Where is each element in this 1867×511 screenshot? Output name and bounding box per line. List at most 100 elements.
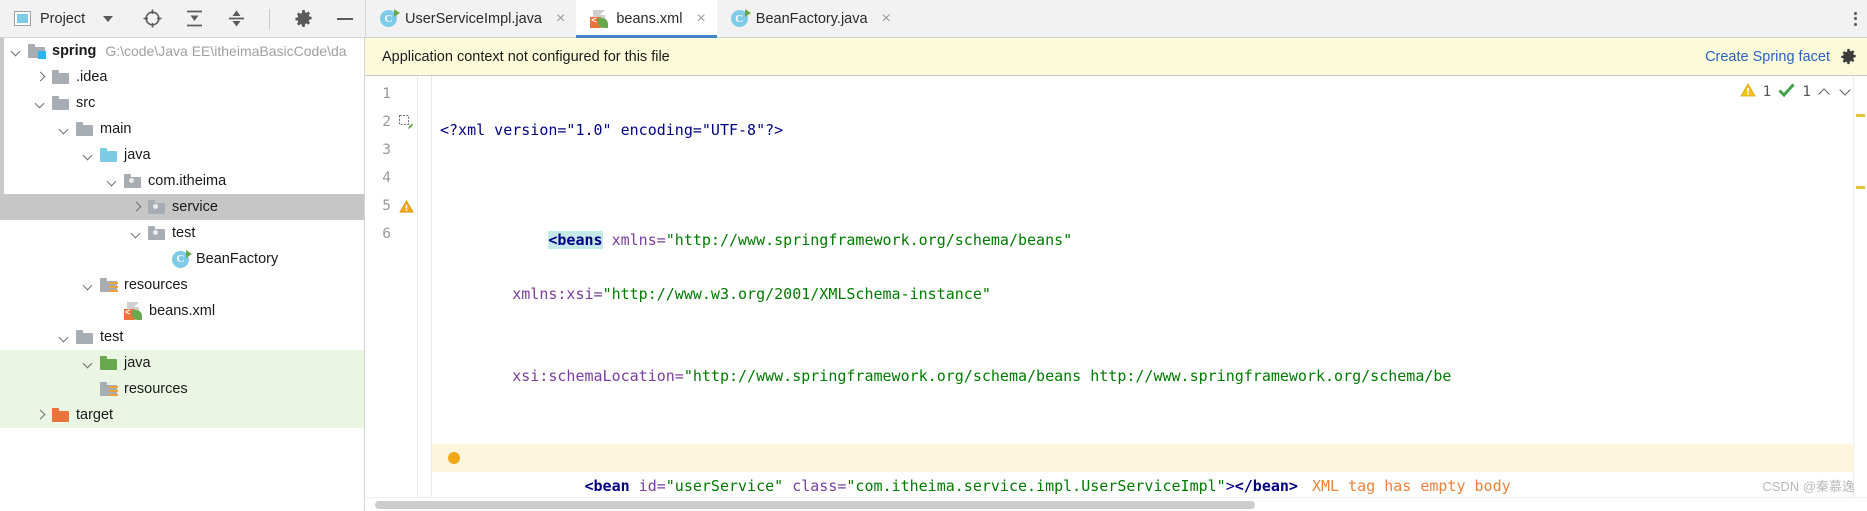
gutter-line: 3 [365,136,432,164]
project-label: Project [40,10,86,27]
tree-node-label: BeanFactory [196,251,279,267]
tree-node-service[interactable]: service [0,194,364,220]
tree-node-resources[interactable]: resources [0,272,364,298]
scrollbar-thumb[interactable] [375,501,1255,509]
tree-node-target[interactable]: target [0,402,364,428]
tree-node-beanfactory[interactable]: C BeanFactory [0,246,364,272]
tree-node-label: com.itheima [148,173,227,189]
chevron-down-icon[interactable] [82,149,95,162]
project-tool-button[interactable]: Project [14,11,85,27]
chevron-down-icon[interactable] [130,227,143,240]
chevron-down-icon[interactable] [82,279,95,292]
stripe-marker[interactable] [1856,114,1865,117]
tree-node-label: test [100,329,124,345]
bean-class-value: "com.itheima.service.impl.UserServiceImp… [846,477,1226,495]
minimize-icon[interactable] [334,8,356,30]
gutter-line: 5 [365,192,432,220]
expand-all-icon[interactable] [183,8,205,30]
close-icon[interactable]: × [550,10,565,27]
tree-node-label: test [172,225,196,241]
close-icon[interactable]: × [690,10,705,27]
beans-open-tag: <beans [548,231,603,249]
tree-node-beans-xml[interactable]: beans.xml [0,298,364,324]
inspection-widget[interactable]: 1 1 [1739,82,1853,102]
stripe-marker[interactable] [1856,186,1865,189]
tree-node-label: .idea [76,69,108,85]
more-options-icon[interactable] [1854,11,1857,26]
gutter-line: 6 [365,220,432,248]
package-icon [148,226,165,240]
warning-count: 1 [1762,84,1772,100]
project-tree[interactable]: spring G:\code\Java EE\itheimaBasicCode\… [0,38,365,511]
source-folder-icon [100,148,117,162]
bean-close-tag: </bean> [1234,477,1298,495]
xmlns-attr: xmlns= [602,231,666,249]
error-stripe-marker-bar[interactable] [1853,76,1867,511]
tab-label: UserServiceImpl.java [405,10,542,27]
code-line-1: <?xml version="1.0" encoding="UTF-8"?> [432,116,1867,144]
code-area[interactable]: 1 2 3 4 5 6 <?xml version="1.0" encoding… [365,76,1867,511]
tree-node-src[interactable]: src [0,90,364,116]
intention-bulb-icon[interactable] [448,452,460,464]
tree-node-label: resources [124,381,188,397]
tree-item-list: .idea src main java com.itheima service test C B… [0,64,364,428]
chevron-right-icon[interactable] [34,409,47,422]
tree-node--idea[interactable]: .idea [0,64,364,90]
editor-tab-beanfactory[interactable]: C BeanFactory.java × [716,0,902,37]
tree-node-test[interactable]: test [0,220,364,246]
tree-node-label: src [76,95,96,111]
chevron-down-icon[interactable] [1839,85,1853,99]
chevron-up-icon[interactable] [1818,85,1832,99]
inline-inspection-hint: XML tag has empty body [1311,477,1511,495]
chevron-down-icon[interactable] [106,175,119,188]
gutter-line: 2 [365,108,432,136]
editor-tab-userserviceimpl[interactable]: C UserServiceImpl.java × [366,0,577,37]
gear-icon[interactable] [292,8,314,30]
editor-horizontal-scrollbar[interactable] [365,497,1867,511]
locate-target-icon[interactable] [141,8,163,30]
tree-node-com-itheima[interactable]: com.itheima [0,168,364,194]
chevron-down-icon[interactable] [58,331,71,344]
warning-triangle-icon[interactable] [395,199,417,214]
tree-node-java[interactable]: java [0,350,364,376]
tree-node-spring[interactable]: spring G:\code\Java EE\itheimaBasicCode\… [0,38,364,64]
folder-icon [76,330,93,344]
tree-node-test[interactable]: test [0,324,364,350]
tree-horizontal-scrollbar[interactable] [0,497,364,511]
project-path: G:\code\Java EE\itheimaBasicCode\da [105,43,347,59]
line-number-gutter[interactable]: 1 2 3 4 5 6 [365,76,432,511]
create-spring-facet-link[interactable]: Create Spring facet [1705,49,1830,65]
line-number: 2 [382,114,391,130]
folder-icon [52,96,69,110]
chevron-right-icon[interactable] [34,71,47,84]
chevron-down-icon[interactable] [82,357,95,370]
chevron-down-icon[interactable] [58,123,71,136]
close-icon[interactable]: × [876,10,891,27]
resource-folder-icon [100,278,118,292]
tree-scrollbar[interactable] [0,38,4,198]
code-text[interactable]: <?xml version="1.0" encoding="UTF-8"?> <… [432,76,1867,511]
chevron-down-icon[interactable] [10,45,23,58]
java-class-icon: C [172,249,192,268]
chevron-right-icon[interactable] [130,201,143,214]
gear-icon[interactable] [1840,48,1857,65]
tree-node-resources[interactable]: resources [0,376,364,402]
tree-node-java[interactable]: java [0,142,364,168]
collapse-all-icon[interactable] [225,8,247,30]
tab-label: BeanFactory.java [755,10,868,27]
code-line-5: <bean id="userService" class="com.itheim… [432,444,1867,495]
chevron-down-icon[interactable] [103,15,114,22]
spring-bean-gutter-icon[interactable] [395,114,417,130]
bean-tag-close-bracket: > [1225,477,1235,495]
xml-declaration: <?xml version="1.0" encoding="UTF-8"?> [440,121,784,139]
line-number: 5 [382,198,391,214]
spring-facet-notification-bar: Application context not configured for t… [365,38,1867,76]
editor-tab-beans-xml[interactable]: beans.xml × [576,0,718,38]
tree-node-main[interactable]: main [0,116,364,142]
ok-count: 1 [1802,84,1811,100]
gutter-line: 1 [365,80,432,108]
test-source-folder-icon [100,356,117,370]
chevron-down-icon[interactable] [34,97,47,110]
